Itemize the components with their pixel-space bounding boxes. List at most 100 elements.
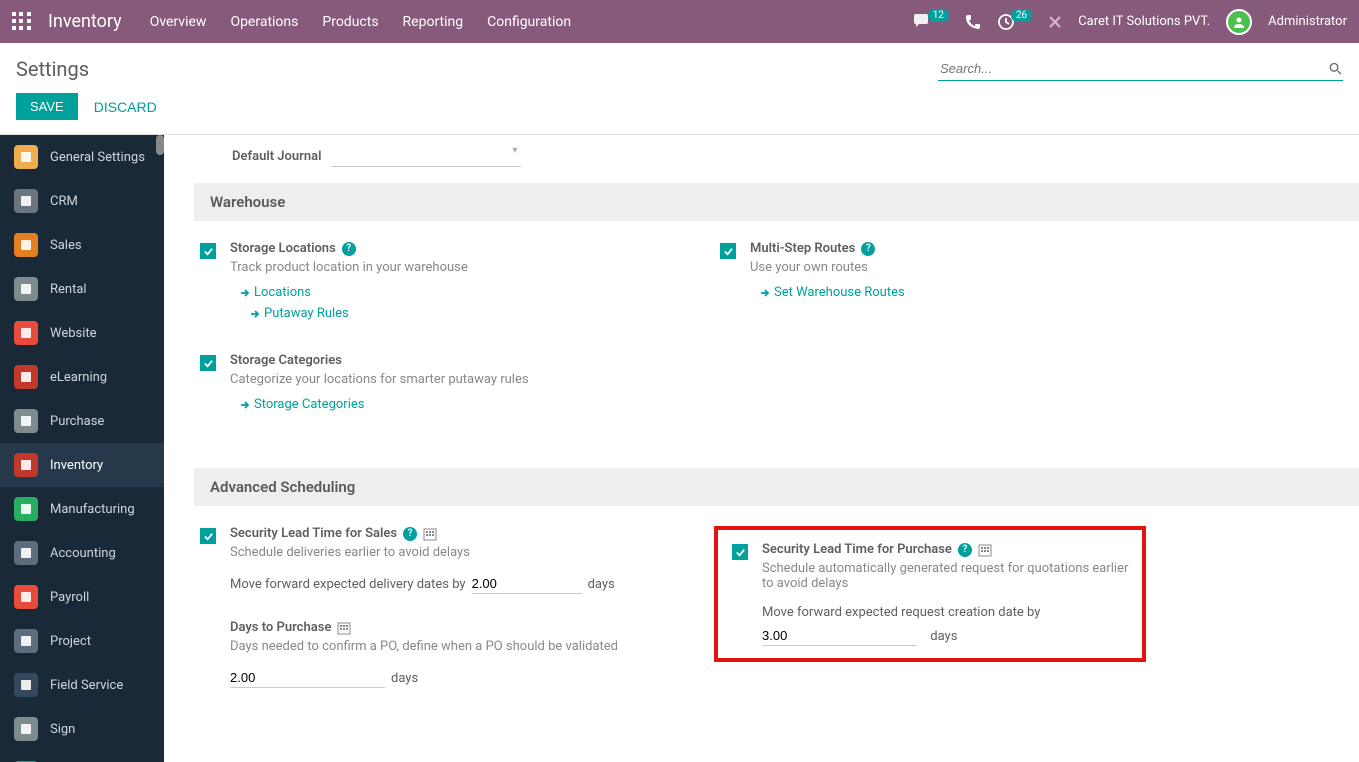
sidebar-item-label: Rental xyxy=(50,282,87,297)
sidebar-icon xyxy=(14,321,38,345)
nav-operations[interactable]: Operations xyxy=(230,14,298,30)
help-icon[interactable]: ? xyxy=(403,527,417,541)
sec-purchase-checkbox[interactable] xyxy=(732,544,748,560)
putaway-rules-link[interactable]: Putaway Rules xyxy=(250,306,654,321)
storage-locations-checkbox[interactable] xyxy=(200,243,216,259)
sec-sales-value[interactable] xyxy=(472,574,582,594)
company-name[interactable]: Caret IT Solutions PVT. xyxy=(1078,14,1210,29)
topbar: Inventory Overview Operations Products R… xyxy=(0,0,1359,43)
sidebar-item-manufacturing[interactable]: Manufacturing xyxy=(0,487,164,531)
nav-products[interactable]: Products xyxy=(322,14,378,30)
sidebar-icon xyxy=(14,233,38,257)
scrollbar-thumb[interactable] xyxy=(156,135,164,155)
sidebar-item-label: CRM xyxy=(50,194,78,209)
default-journal-dropdown[interactable] xyxy=(331,145,521,167)
setting-days-to-purchase: Days to Purchase Days needed to confirm … xyxy=(194,620,654,688)
arrow-right-icon xyxy=(250,309,260,319)
storage-categories-link[interactable]: Storage Categories xyxy=(240,397,654,412)
help-icon[interactable]: ? xyxy=(342,242,356,256)
sec-sales-checkbox[interactable] xyxy=(200,528,216,544)
sec-sales-desc: Schedule deliveries earlier to avoid del… xyxy=(230,545,654,560)
days-purchase-value[interactable] xyxy=(230,668,385,688)
multi-step-checkbox[interactable] xyxy=(720,243,736,259)
arrow-right-icon xyxy=(240,400,250,410)
app-name[interactable]: Inventory xyxy=(48,11,122,32)
user-avatar[interactable] xyxy=(1226,9,1252,35)
header: Settings xyxy=(0,43,1359,89)
sidebar-item-label: eLearning xyxy=(50,370,107,385)
sidebar-item-sign[interactable]: Sign xyxy=(0,707,164,751)
sec-sales-suffix: days xyxy=(588,577,615,592)
sidebar-icon xyxy=(14,629,38,653)
help-icon[interactable]: ? xyxy=(958,543,972,557)
top-nav: Overview Operations Products Reporting C… xyxy=(150,14,571,30)
sidebar-item-label: Inventory xyxy=(50,458,103,473)
locations-link[interactable]: Locations xyxy=(240,285,654,300)
nav-configuration[interactable]: Configuration xyxy=(487,14,571,30)
sec-purchase-prefix: Move forward expected request creation d… xyxy=(762,605,1134,620)
nav-reporting[interactable]: Reporting xyxy=(403,14,464,30)
apps-launcher-icon[interactable] xyxy=(12,12,32,32)
sidebar-item-sales[interactable]: Sales xyxy=(0,223,164,267)
activity-button[interactable]: 26 xyxy=(997,13,1032,31)
sidebar-item-payroll[interactable]: Payroll xyxy=(0,575,164,619)
settings-sidebar: General Settings CRM Sales Rental Website eLe… xyxy=(0,135,164,762)
sec-purchase-suffix: days xyxy=(930,629,957,644)
topbar-right: 12 26 Caret IT Solutions PVT. Administra… xyxy=(914,9,1347,35)
sidebar-item-planning[interactable]: Planning xyxy=(0,751,164,762)
sidebar-item-crm[interactable]: CRM xyxy=(0,179,164,223)
action-row: SAVE DISCARD xyxy=(0,89,1359,134)
page-title: Settings xyxy=(16,57,938,81)
sidebar-item-general-settings[interactable]: General Settings xyxy=(0,135,164,179)
sidebar-icon xyxy=(14,409,38,433)
section-advanced-scheduling: Advanced Scheduling xyxy=(194,468,1359,506)
search-input[interactable] xyxy=(938,57,1329,80)
sec-sales-prefix: Move forward expected delivery dates by xyxy=(230,577,466,592)
sidebar-item-field-service[interactable]: Field Service xyxy=(0,663,164,707)
activity-count: 26 xyxy=(1011,9,1032,22)
sidebar-item-project[interactable]: Project xyxy=(0,619,164,663)
close-tray-icon[interactable] xyxy=(1048,15,1062,29)
nav-overview[interactable]: Overview xyxy=(150,14,207,30)
sidebar-item-label: Accounting xyxy=(50,546,116,561)
storage-categories-checkbox[interactable] xyxy=(200,355,216,371)
storage-locations-desc: Track product location in your warehouse xyxy=(230,260,654,275)
sec-purchase-desc: Schedule automatically generated request… xyxy=(762,561,1134,591)
sidebar-item-inventory[interactable]: Inventory xyxy=(0,443,164,487)
setting-security-lead-purchase: Security Lead Time for Purchase ? Schedu… xyxy=(726,542,1134,646)
storage-categories-desc: Categorize your locations for smarter pu… xyxy=(230,372,654,387)
sidebar-icon xyxy=(14,145,38,169)
phone-icon[interactable] xyxy=(965,14,981,30)
sidebar-icon xyxy=(14,541,38,565)
sidebar-item-website[interactable]: Website xyxy=(0,311,164,355)
help-icon[interactable]: ? xyxy=(861,242,875,256)
sidebar-item-elearning[interactable]: eLearning xyxy=(0,355,164,399)
section-warehouse: Warehouse xyxy=(194,183,1359,221)
discard-button[interactable]: DISCARD xyxy=(94,99,157,115)
sidebar-icon xyxy=(14,497,38,521)
settings-content: Default Journal Warehouse Storage Locati… xyxy=(164,135,1359,762)
sidebar-icon xyxy=(14,453,38,477)
warehouse-routes-link[interactable]: Set Warehouse Routes xyxy=(760,285,1158,300)
multi-step-title: Multi-Step Routes xyxy=(750,241,855,256)
main: General Settings CRM Sales Rental Website eLe… xyxy=(0,134,1359,762)
sidebar-item-accounting[interactable]: Accounting xyxy=(0,531,164,575)
arrow-right-icon xyxy=(760,288,770,298)
save-button[interactable]: SAVE xyxy=(16,93,78,120)
chat-count: 12 xyxy=(928,9,949,22)
chat-button[interactable]: 12 xyxy=(914,14,949,30)
sidebar-icon xyxy=(14,585,38,609)
user-name[interactable]: Administrator xyxy=(1268,14,1347,29)
search-icon[interactable] xyxy=(1329,62,1343,76)
sidebar-icon xyxy=(14,189,38,213)
default-journal-label: Default Journal xyxy=(232,149,321,164)
sidebar-item-label: Payroll xyxy=(50,590,89,605)
sec-purchase-value[interactable] xyxy=(762,626,917,646)
sidebar-item-purchase[interactable]: Purchase xyxy=(0,399,164,443)
sidebar-item-rental[interactable]: Rental xyxy=(0,267,164,311)
setting-multi-step-routes: Multi-Step Routes ? Use your own routes … xyxy=(714,241,1158,306)
sidebar-icon xyxy=(14,717,38,741)
storage-categories-title: Storage Categories xyxy=(230,353,342,368)
setting-storage-categories: Storage Categories Categorize your locat… xyxy=(194,353,654,418)
days-purchase-title: Days to Purchase xyxy=(230,620,331,635)
